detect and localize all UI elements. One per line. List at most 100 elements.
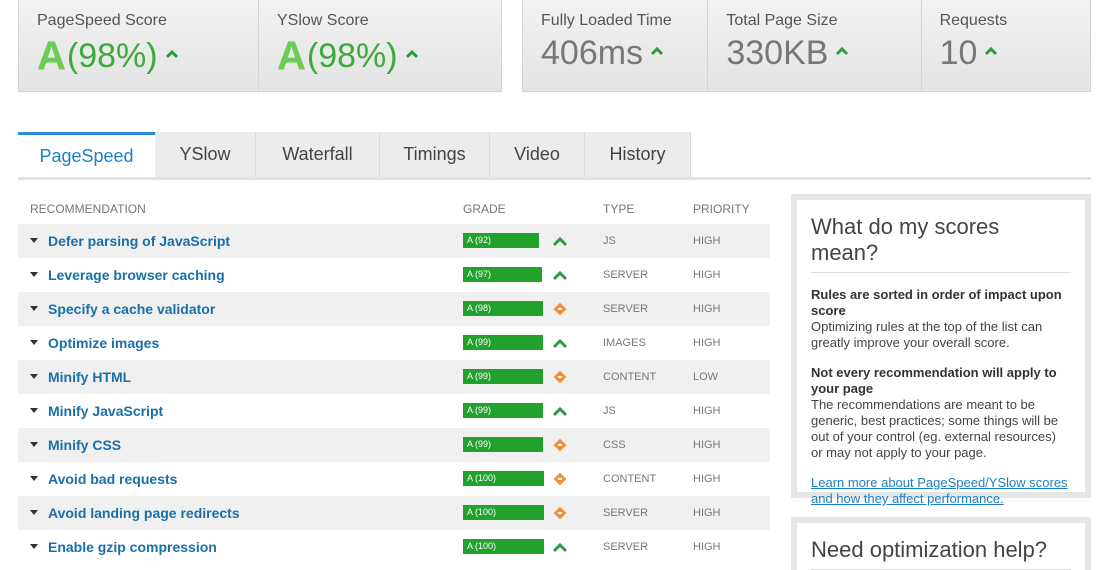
page-size-label: Total Page Size (726, 12, 838, 29)
trend-same-icon (552, 438, 568, 452)
expand-caret-icon[interactable] (30, 442, 38, 447)
optimization-help-title: Need optimization help? (811, 537, 1071, 570)
learn-more-link[interactable]: Learn more about PageSpeed/YSlow scores … (811, 475, 1071, 507)
recommendation-name[interactable]: Minify CSS (48, 437, 121, 453)
recommendation-name[interactable]: Leverage browser caching (48, 267, 225, 283)
table-row[interactable]: Avoid landing page redirects A (100) SERVE… (18, 496, 770, 530)
recommendation-name[interactable]: Enable gzip compression (48, 539, 217, 555)
yslow-grade-percent: (98%) (306, 37, 398, 75)
recommendation-priority: HIGH (693, 303, 721, 315)
requests-card: Requests 10 (921, 0, 1090, 91)
scores-info-point1-title: Rules are sorted in order of impact upon… (811, 287, 1062, 318)
scores-info-box: What do my scores mean? Rules are sorted… (791, 194, 1091, 506)
header-priority: PRIORITY (693, 202, 750, 216)
recommendation-type: SERVER (603, 269, 649, 281)
table-row[interactable]: Minify CSS A (99) CSS HIGH (18, 428, 770, 462)
recommendation-priority: HIGH (693, 473, 721, 485)
optimization-help-box: Need optimization help? (791, 517, 1091, 570)
expand-caret-icon[interactable] (30, 408, 38, 413)
chevron-up-icon (405, 49, 418, 59)
recommendation-priority: HIGH (693, 269, 721, 281)
trend-same-icon (552, 472, 568, 486)
table-row[interactable]: Leverage browser caching A (97) SERVER HIGH (18, 258, 770, 292)
yslow-grade-letter: A (277, 34, 306, 78)
expand-caret-icon[interactable] (30, 476, 38, 481)
expand-caret-icon[interactable] (30, 272, 38, 277)
recommendation-priority: HIGH (693, 235, 721, 247)
trend-up-icon (552, 540, 568, 554)
recommendation-type: CONTENT (603, 473, 657, 485)
tab-timings[interactable]: Timings (380, 132, 490, 177)
yslow-score-card: YSlow Score A (98%) (259, 0, 501, 91)
trend-same-icon (552, 506, 568, 520)
grade-bar: A (99) (463, 403, 544, 418)
recommendation-name[interactable]: Avoid landing page redirects (48, 505, 240, 521)
recommendation-name[interactable]: Defer parsing of JavaScript (48, 233, 230, 249)
page-details: Fully Loaded Time 406ms Total Page Size … (522, 0, 1091, 92)
table-row[interactable]: Defer parsing of JavaScript A (92) JS HIGH (18, 224, 770, 258)
chevron-up-icon (165, 49, 178, 59)
expand-caret-icon[interactable] (30, 340, 38, 345)
recommendation-type: CONTENT (603, 371, 657, 383)
grade-bar: A (100) (463, 505, 544, 520)
trend-up-icon (552, 336, 568, 350)
recommendation-type: IMAGES (603, 337, 646, 349)
scores-info-title: What do my scores mean? (811, 214, 1071, 273)
requests-value: 10 (939, 34, 978, 72)
expand-caret-icon[interactable] (30, 374, 38, 379)
recommendation-type: CSS (603, 439, 626, 451)
table-row[interactable]: Optimize images A (99) IMAGES HIGH (18, 326, 770, 360)
header-recommendation: RECOMMENDATION (30, 202, 146, 216)
page-size-card: Total Page Size 330KB (708, 0, 922, 91)
recommendation-name[interactable]: Avoid bad requests (48, 471, 177, 487)
table-row[interactable]: Minify HTML A (99) CONTENT LOW (18, 360, 770, 394)
header-type: TYPE (603, 202, 635, 216)
tab-yslow[interactable]: YSlow (155, 132, 256, 177)
recommendation-type: SERVER (603, 303, 649, 315)
grade-bar: A (98) (463, 301, 543, 316)
scores-info-point2-title: Not every recommendation will apply to y… (811, 365, 1057, 396)
expand-caret-icon[interactable] (30, 238, 38, 243)
pagespeed-grade-percent: (98%) (66, 37, 158, 75)
tab-pagespeed[interactable]: PageSpeed (18, 132, 155, 177)
scores-info-point2-text: The recommendations are meant to be gene… (811, 397, 1059, 460)
table-row[interactable]: Minify JavaScript A (99) JS HIGH (18, 394, 770, 428)
tab-history[interactable]: History (585, 132, 691, 177)
tab-video[interactable]: Video (490, 132, 585, 177)
table-row[interactable]: Enable gzip compression A (100) SERVER HIGH (18, 530, 770, 564)
header-grade: GRADE (463, 202, 506, 216)
recommendation-type: SERVER (603, 541, 649, 553)
report-tabs: PageSpeed YSlow Waterfall Timings Video … (18, 132, 1091, 180)
recommendations-table: Defer parsing of JavaScript A (92) JS HIGH L… (18, 224, 770, 564)
recommendation-name[interactable]: Minify HTML (48, 369, 131, 385)
table-row[interactable]: Avoid bad requests A (100) CONTENT HIGH (18, 462, 770, 496)
expand-caret-icon[interactable] (30, 306, 38, 311)
recommendations-header: RECOMMENDATION GRADE TYPE PRIORITY (18, 202, 770, 218)
expand-caret-icon[interactable] (30, 544, 38, 549)
fully-loaded-label: Fully Loaded Time (541, 12, 672, 29)
requests-label: Requests (939, 12, 1008, 29)
recommendation-name[interactable]: Specify a cache validator (48, 301, 215, 317)
grade-bar: A (99) (463, 335, 544, 350)
trend-up-icon (552, 234, 568, 248)
expand-caret-icon[interactable] (30, 510, 38, 515)
pagespeed-score-card: PageSpeed Score A (98%) (19, 0, 259, 91)
table-row[interactable]: Specify a cache validator A (98) SERVER HIG… (18, 292, 770, 326)
chevron-up-icon (651, 46, 664, 56)
grade-bar: A (100) (463, 539, 544, 554)
chevron-up-icon (985, 46, 998, 56)
grade-bar: A (99) (463, 437, 544, 452)
recommendation-name[interactable]: Optimize images (48, 335, 159, 351)
grade-bar: A (99) (463, 369, 544, 384)
trend-same-icon (552, 370, 568, 384)
recommendation-priority: HIGH (693, 439, 721, 451)
grade-bar: A (92) (463, 233, 539, 248)
fully-loaded-value: 406ms (541, 34, 644, 72)
recommendation-type: SERVER (603, 507, 649, 519)
tab-waterfall[interactable]: Waterfall (256, 132, 380, 177)
recommendation-name[interactable]: Minify JavaScript (48, 403, 163, 419)
trend-same-icon (552, 302, 568, 316)
trend-up-icon (552, 268, 568, 282)
recommendation-priority: HIGH (693, 541, 721, 553)
pagespeed-score-label: PageSpeed Score (37, 12, 167, 29)
